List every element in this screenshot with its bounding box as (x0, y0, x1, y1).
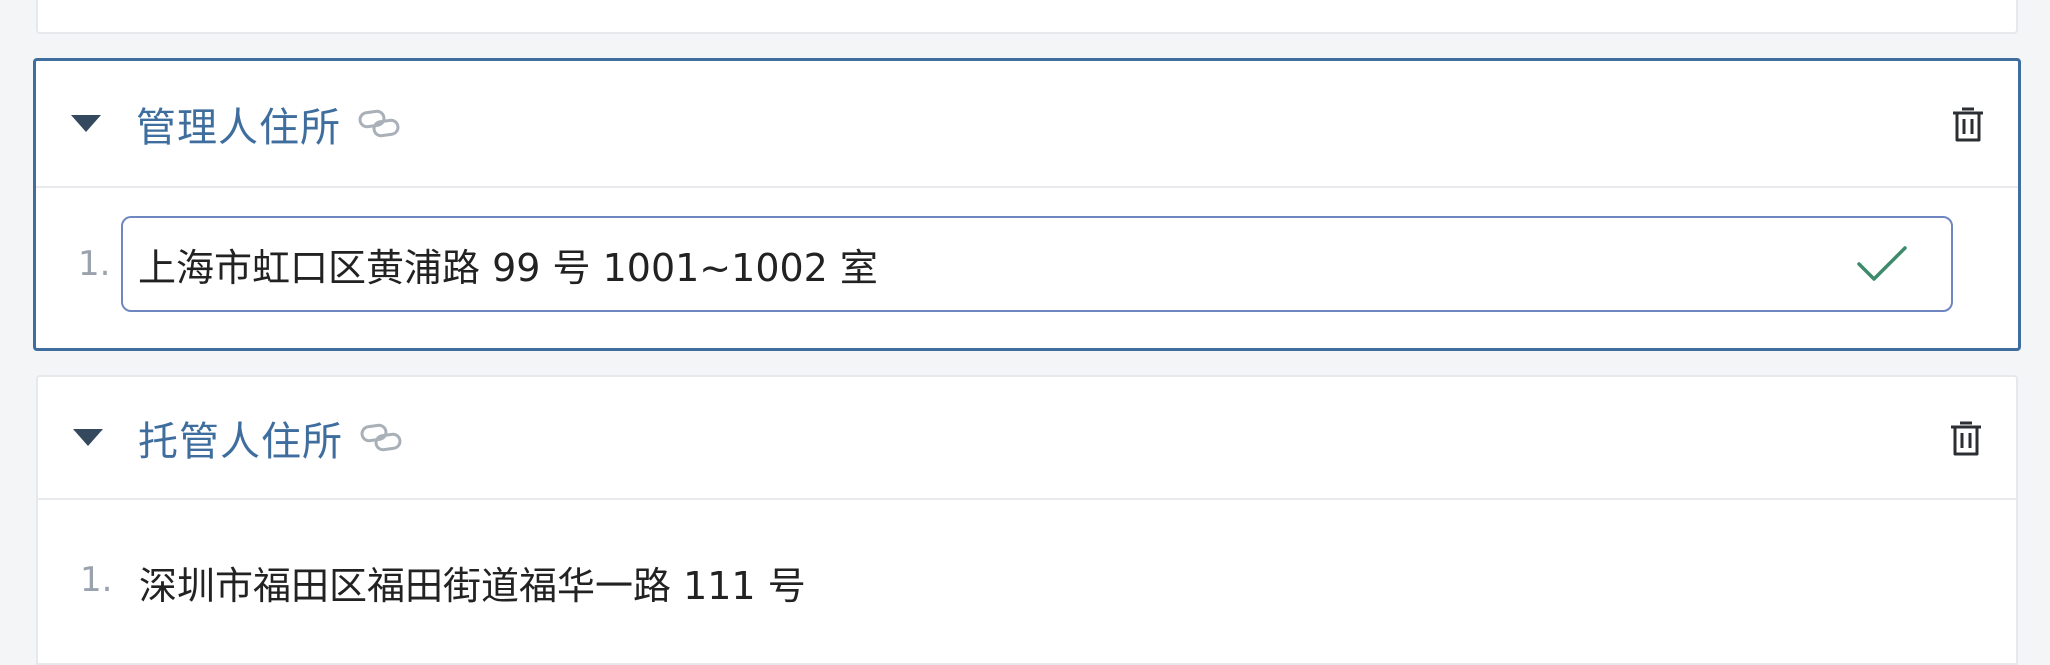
address-value[interactable]: 深圳市福田区福田街道福华一路 111 号 (139, 555, 806, 610)
section-header: 管理人住所 (36, 61, 2018, 188)
section-manager-address: 管理人住所 1. 上海市虹口区黄浦路 99 号 1001~1002 室 (33, 58, 2021, 351)
delete-section-trash-icon[interactable] (1948, 418, 1984, 458)
link-icon[interactable] (359, 423, 405, 453)
previous-card-bottom (36, 0, 2018, 34)
section-body: 1. 上海市虹口区黄浦路 99 号 1001~1002 室 (36, 188, 2018, 348)
collapse-caret-icon[interactable] (71, 115, 101, 132)
section-title: 托管人住所 (138, 418, 343, 465)
collapse-caret-icon[interactable] (73, 429, 103, 446)
section-header: 托管人住所 (38, 377, 2016, 500)
address-input[interactable]: 上海市虹口区黄浦路 99 号 1001~1002 室 (121, 216, 1953, 312)
address-input-value[interactable]: 上海市虹口区黄浦路 99 号 1001~1002 室 (138, 237, 878, 292)
section-title: 管理人住所 (136, 104, 341, 151)
row-index: 1. (80, 560, 113, 600)
section-custodian-address: 托管人住所 1. 深圳市福田区福田街道福华一路 111 号 (36, 375, 2018, 665)
section-body: 1. 深圳市福田区福田街道福华一路 111 号 (38, 500, 2016, 660)
link-icon[interactable] (357, 109, 403, 139)
delete-section-trash-icon[interactable] (1950, 104, 1986, 144)
row-index: 1. (78, 244, 111, 284)
confirm-check-icon[interactable] (1855, 244, 1909, 284)
